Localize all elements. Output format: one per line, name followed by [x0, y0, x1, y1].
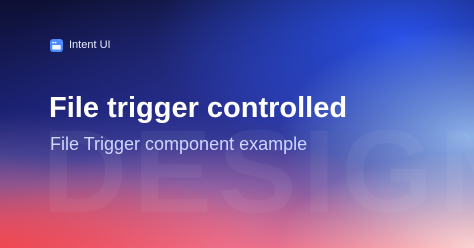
brand-name: Intent UI	[69, 39, 111, 51]
brand-logo: Intent UI	[50, 38, 111, 52]
app-window-icon	[50, 38, 63, 52]
page-title: File trigger controlled	[49, 92, 348, 124]
page-subtitle: File Trigger component example	[50, 134, 308, 154]
